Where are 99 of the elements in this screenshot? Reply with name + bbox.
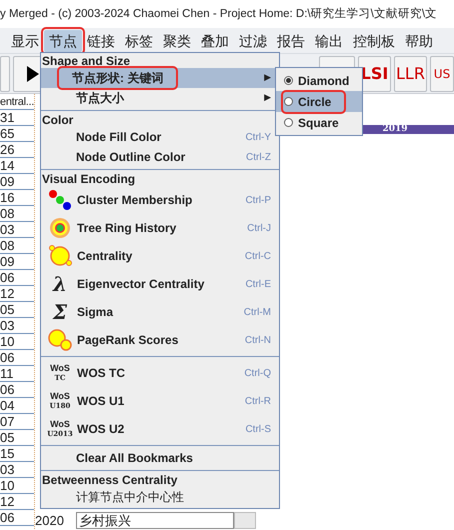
menu-section-title: Visual Encoding [41, 172, 136, 186]
menu-label: WOS TC [77, 365, 125, 382]
table-cell: 26 [0, 142, 34, 158]
shortcut-label: Ctrl-P [245, 194, 271, 208]
menu-item[interactable]: Node Outline Color Ctrl-Z [41, 147, 279, 167]
symbol-icon: Σ [52, 301, 68, 323]
shortcut-label: Ctrl-R [244, 394, 271, 408]
table-cell: 06 [0, 510, 34, 526]
radio-button[interactable] [284, 97, 293, 106]
menu-section-title: Shape and Size [41, 54, 132, 68]
menu-label: Circle [298, 94, 332, 110]
menu-section-title: Color [41, 113, 74, 127]
table-cell: 65 [0, 126, 34, 142]
table-cell: 10 [0, 334, 34, 350]
symbol-icon: λ [52, 273, 68, 295]
menu-item[interactable]: Σ Sigma Ctrl-M [41, 298, 279, 326]
menu-item[interactable]: λ Eigenvector Centrality Ctrl-E [41, 270, 279, 298]
table-cell: 12 [0, 286, 34, 302]
table-cell: 12 [0, 494, 34, 510]
table-cell: 06 [0, 350, 34, 366]
submenu-arrow-icon: ▶ [264, 91, 271, 105]
shortcut-label: Ctrl-S [245, 422, 271, 436]
toolbar-button[interactable]: US [430, 56, 454, 92]
menu-label: 计算节点中介中心性 [76, 489, 184, 506]
menu-label: Eigenvector Centrality [77, 276, 204, 293]
shortcut-label: Ctrl-M [244, 306, 271, 320]
menu-label: WOS U2 [77, 421, 124, 438]
table-cell: 10 [0, 478, 34, 494]
menu-item[interactable]: Clear All Bookmarks [41, 448, 279, 468]
menu-item[interactable]: 过滤 [234, 30, 272, 52]
shortcut-label: Ctrl-Y [245, 130, 271, 144]
menu-label: Centrality [77, 248, 132, 265]
term-field[interactable]: 乡村振兴 [76, 512, 234, 529]
table-cell: 05 [0, 302, 34, 318]
menu-item[interactable]: 聚类 [158, 30, 196, 52]
shortcut-label: Ctrl-J [247, 222, 271, 236]
shortcut-label: Ctrl-C [244, 250, 271, 264]
menu-label: Tree Ring History [77, 220, 176, 237]
cluster-dots-icon [48, 189, 72, 211]
menu-label: Clear All Bookmarks [76, 450, 193, 467]
table-cell: 31 [0, 110, 34, 126]
table-cell: 08 [0, 206, 34, 222]
menu-item[interactable]: 显示 [6, 30, 44, 52]
shortcut-label: Ctrl-E [245, 278, 271, 292]
submenu-arrow-icon: ▶ [264, 71, 271, 85]
table-cell: 08 [0, 238, 34, 254]
table-cell: 06 [0, 270, 34, 286]
menu-item[interactable]: 输出 [310, 30, 348, 52]
menu-item[interactable]: 标签 [120, 30, 158, 52]
play-button[interactable] [13, 56, 43, 92]
pagerank-circles-icon [48, 329, 72, 351]
table-cell: 03 [0, 222, 34, 238]
table-cell: 05 [0, 430, 34, 446]
menu-item[interactable]: Cluster Membership Ctrl-P [41, 186, 279, 214]
radio-button[interactable] [284, 76, 293, 85]
toolbar-button[interactable]: LLR [394, 56, 427, 92]
table-cell: 04 [0, 398, 34, 414]
table-cell: 15 [0, 446, 34, 462]
table-cell: 03 [0, 462, 34, 478]
menu-label: 节点形状: 关键词 [60, 69, 176, 87]
menu-item[interactable]: Tree Ring History Ctrl-J [41, 214, 279, 242]
scrollbar[interactable] [234, 512, 256, 529]
table-cell: 07 [0, 414, 34, 430]
year-label: 2020 [35, 512, 64, 530]
table-cell: 09 [0, 174, 34, 190]
table-cell: 11 [0, 366, 34, 382]
menu-item[interactable]: 计算节点中介中心性 [41, 487, 279, 507]
menu-item[interactable]: Node Fill Color Ctrl-Y [41, 127, 279, 147]
menu-label: Cluster Membership [77, 192, 192, 209]
menu-item[interactable]: 链接 [82, 30, 120, 52]
menu-item[interactable]: 报告 [272, 30, 310, 52]
shortcut-label: Ctrl-Q [244, 366, 271, 380]
menu-item[interactable]: 节点大小 ▶ [41, 88, 279, 108]
shortcut-label: Ctrl-N [244, 334, 271, 348]
menu-section-title: Betweenness Centrality [41, 473, 178, 487]
menu-label: WOS U1 [77, 393, 124, 410]
menu-item[interactable]: 帮助 [400, 30, 438, 52]
radio-button[interactable] [284, 118, 293, 127]
menu-label: Node Outline Color [76, 149, 186, 166]
table-cell: 09 [0, 254, 34, 270]
menu-item[interactable]: 节点 [44, 30, 82, 52]
menu-item[interactable]: 控制板 [348, 30, 400, 52]
tree-ring-icon [49, 217, 71, 239]
menu-label: 节点大小 [76, 90, 124, 107]
submenu-item[interactable]: Circle [276, 91, 362, 112]
menu-item[interactable]: 叠加 [196, 30, 234, 52]
shortcut-label: Ctrl-Z [246, 150, 271, 164]
menu-item[interactable]: Centrality Ctrl-C [41, 242, 279, 270]
table-cell: 06 [0, 382, 34, 398]
table-cell: 16 [0, 190, 34, 206]
menu-label: Node Fill Color [76, 129, 162, 146]
table-header[interactable]: entral... [0, 94, 34, 110]
menu-label: Diamond [298, 72, 350, 90]
table-cell: 14 [0, 158, 34, 174]
menu-label: Sigma [77, 304, 114, 321]
menu-label: PageRank Scores [77, 332, 178, 349]
centrality-circle-icon [48, 245, 72, 267]
table-cell: 03 [0, 318, 34, 334]
menu-item[interactable]: PageRank Scores Ctrl-N [41, 326, 279, 354]
